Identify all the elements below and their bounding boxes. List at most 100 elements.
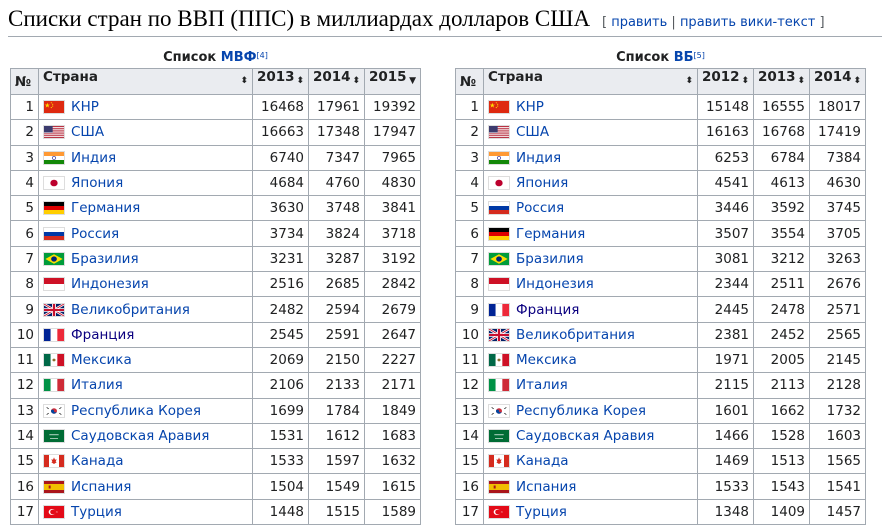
- korea-flag-icon[interactable]: [488, 403, 510, 418]
- country-link[interactable]: Канада: [71, 453, 124, 469]
- india-flag-icon[interactable]: [43, 150, 65, 165]
- column-header-year[interactable]: 2013 ⬍: [252, 68, 309, 95]
- usa-flag-icon[interactable]: [43, 125, 65, 140]
- gdp-value-cell: 1601: [697, 397, 754, 424]
- china-flag-icon[interactable]: [488, 100, 510, 115]
- brazil-flag-icon[interactable]: [488, 251, 510, 266]
- country-link[interactable]: США: [71, 124, 104, 140]
- edit-link[interactable]: править: [611, 15, 667, 30]
- country-link[interactable]: Мексика: [516, 352, 577, 368]
- france-flag-icon[interactable]: [43, 327, 65, 342]
- brazil-flag-icon[interactable]: [43, 251, 65, 266]
- country-link[interactable]: Япония: [516, 175, 568, 191]
- country-link[interactable]: Великобритания: [71, 302, 190, 318]
- wb-link[interactable]: ВБ: [674, 50, 694, 65]
- japan-flag-icon[interactable]: [488, 176, 510, 191]
- indonesia-flag-icon[interactable]: [43, 277, 65, 292]
- country-link[interactable]: Саудовская Аравия: [516, 428, 654, 444]
- country-link[interactable]: Мексика: [71, 352, 132, 368]
- india-flag-icon[interactable]: [488, 150, 510, 165]
- table-row: 9 Франция 2445 2478 2571: [455, 296, 866, 323]
- imf-link[interactable]: МВФ: [221, 50, 257, 65]
- saudi-flag-icon[interactable]: [488, 429, 510, 443]
- germany-flag-icon[interactable]: [488, 226, 510, 241]
- spain-flag-icon[interactable]: [488, 479, 510, 494]
- turkey-flag-icon[interactable]: [43, 504, 65, 519]
- column-header-year[interactable]: 2012 ⬍: [697, 68, 754, 95]
- spain-flag-icon[interactable]: [43, 479, 65, 494]
- column-header-year[interactable]: 2015 ▼: [364, 68, 421, 95]
- country-link[interactable]: Индонезия: [516, 276, 594, 292]
- edit-source-link[interactable]: править вики-текст: [680, 15, 815, 30]
- sort-icon[interactable]: ⬍: [296, 69, 304, 94]
- italy-flag-icon[interactable]: [488, 378, 510, 393]
- column-header-year[interactable]: 2013 ⬍: [753, 68, 810, 95]
- table-row: 1 КНР 16468 17961 19392: [10, 93, 421, 121]
- country-link[interactable]: Франция: [516, 302, 579, 318]
- country-link[interactable]: Испания: [71, 479, 131, 495]
- country-link[interactable]: Турция: [71, 504, 122, 520]
- country-link[interactable]: Россия: [516, 200, 564, 216]
- country-link[interactable]: Великобритания: [516, 327, 635, 343]
- country-link[interactable]: Италия: [516, 377, 568, 393]
- mexico-flag-icon[interactable]: [488, 353, 510, 368]
- country-link[interactable]: Саудовская Аравия: [71, 428, 209, 444]
- canada-flag-icon[interactable]: [43, 454, 65, 469]
- sort-icon[interactable]: ⬍: [685, 69, 693, 94]
- korea-flag-icon[interactable]: [43, 403, 65, 418]
- column-header-country[interactable]: Страна ⬍: [483, 68, 698, 95]
- country-link[interactable]: Италия: [71, 377, 123, 393]
- country-link[interactable]: США: [516, 124, 549, 140]
- sort-icon[interactable]: ⬍: [352, 69, 360, 94]
- indonesia-flag-icon[interactable]: [488, 277, 510, 292]
- country-link[interactable]: Индия: [516, 150, 561, 166]
- uk-flag-icon[interactable]: [488, 327, 510, 342]
- sort-icon[interactable]: ⬍: [240, 69, 248, 94]
- country-link[interactable]: Япония: [71, 175, 123, 191]
- country-link[interactable]: Россия: [71, 226, 119, 242]
- column-header-year[interactable]: 2014 ⬍: [809, 68, 866, 95]
- country-cell: Россия: [38, 220, 253, 247]
- sort-icon[interactable]: ⬍: [741, 69, 749, 94]
- wb-ref[interactable]: [5]: [694, 51, 705, 60]
- country-link[interactable]: Германия: [71, 200, 140, 216]
- canada-flag-icon[interactable]: [488, 454, 510, 469]
- germany-flag-icon[interactable]: [43, 201, 65, 216]
- mexico-flag-icon[interactable]: [43, 353, 65, 368]
- column-header-year[interactable]: 2014 ⬍: [308, 68, 365, 95]
- country-link[interactable]: Индия: [71, 150, 116, 166]
- gdp-value-cell: 3554: [753, 220, 810, 247]
- country-link[interactable]: Индонезия: [71, 276, 149, 292]
- country-link[interactable]: КНР: [71, 99, 99, 115]
- sort-icon[interactable]: ⬍: [853, 69, 861, 94]
- japan-flag-icon[interactable]: [43, 176, 65, 191]
- usa-flag-icon[interactable]: [488, 125, 510, 140]
- turkey-flag-icon[interactable]: [488, 504, 510, 519]
- country-link[interactable]: Германия: [516, 226, 585, 242]
- imf-ref[interactable]: [4]: [257, 51, 268, 60]
- gdp-value-cell: 16663: [252, 119, 309, 146]
- france-flag-icon[interactable]: [488, 302, 510, 317]
- country-link[interactable]: КНР: [516, 99, 544, 115]
- uk-flag-icon[interactable]: [43, 302, 65, 317]
- saudi-flag-icon[interactable]: [43, 429, 65, 443]
- country-link[interactable]: Франция: [71, 327, 134, 343]
- country-link[interactable]: Республика Корея: [71, 403, 201, 419]
- italy-flag-icon[interactable]: [43, 378, 65, 393]
- gdp-value-cell: 7965: [364, 144, 421, 171]
- sort-desc-icon[interactable]: ▼: [409, 69, 416, 94]
- gdp-value-cell: 3192: [364, 245, 421, 273]
- country-link[interactable]: Турция: [516, 504, 567, 520]
- gdp-value-cell: 2591: [308, 321, 365, 348]
- column-header-country[interactable]: Страна ⬍: [38, 68, 253, 95]
- sort-icon[interactable]: ⬍: [797, 69, 805, 94]
- russia-flag-icon[interactable]: [488, 201, 510, 216]
- country-link[interactable]: Испания: [516, 479, 576, 495]
- country-link[interactable]: Канада: [516, 453, 569, 469]
- china-flag-icon[interactable]: [43, 100, 65, 115]
- gdp-value-cell: 1662: [753, 397, 810, 424]
- country-link[interactable]: Республика Корея: [516, 403, 646, 419]
- country-link[interactable]: Бразилия: [71, 251, 139, 267]
- country-link[interactable]: Бразилия: [516, 251, 584, 267]
- russia-flag-icon[interactable]: [43, 226, 65, 241]
